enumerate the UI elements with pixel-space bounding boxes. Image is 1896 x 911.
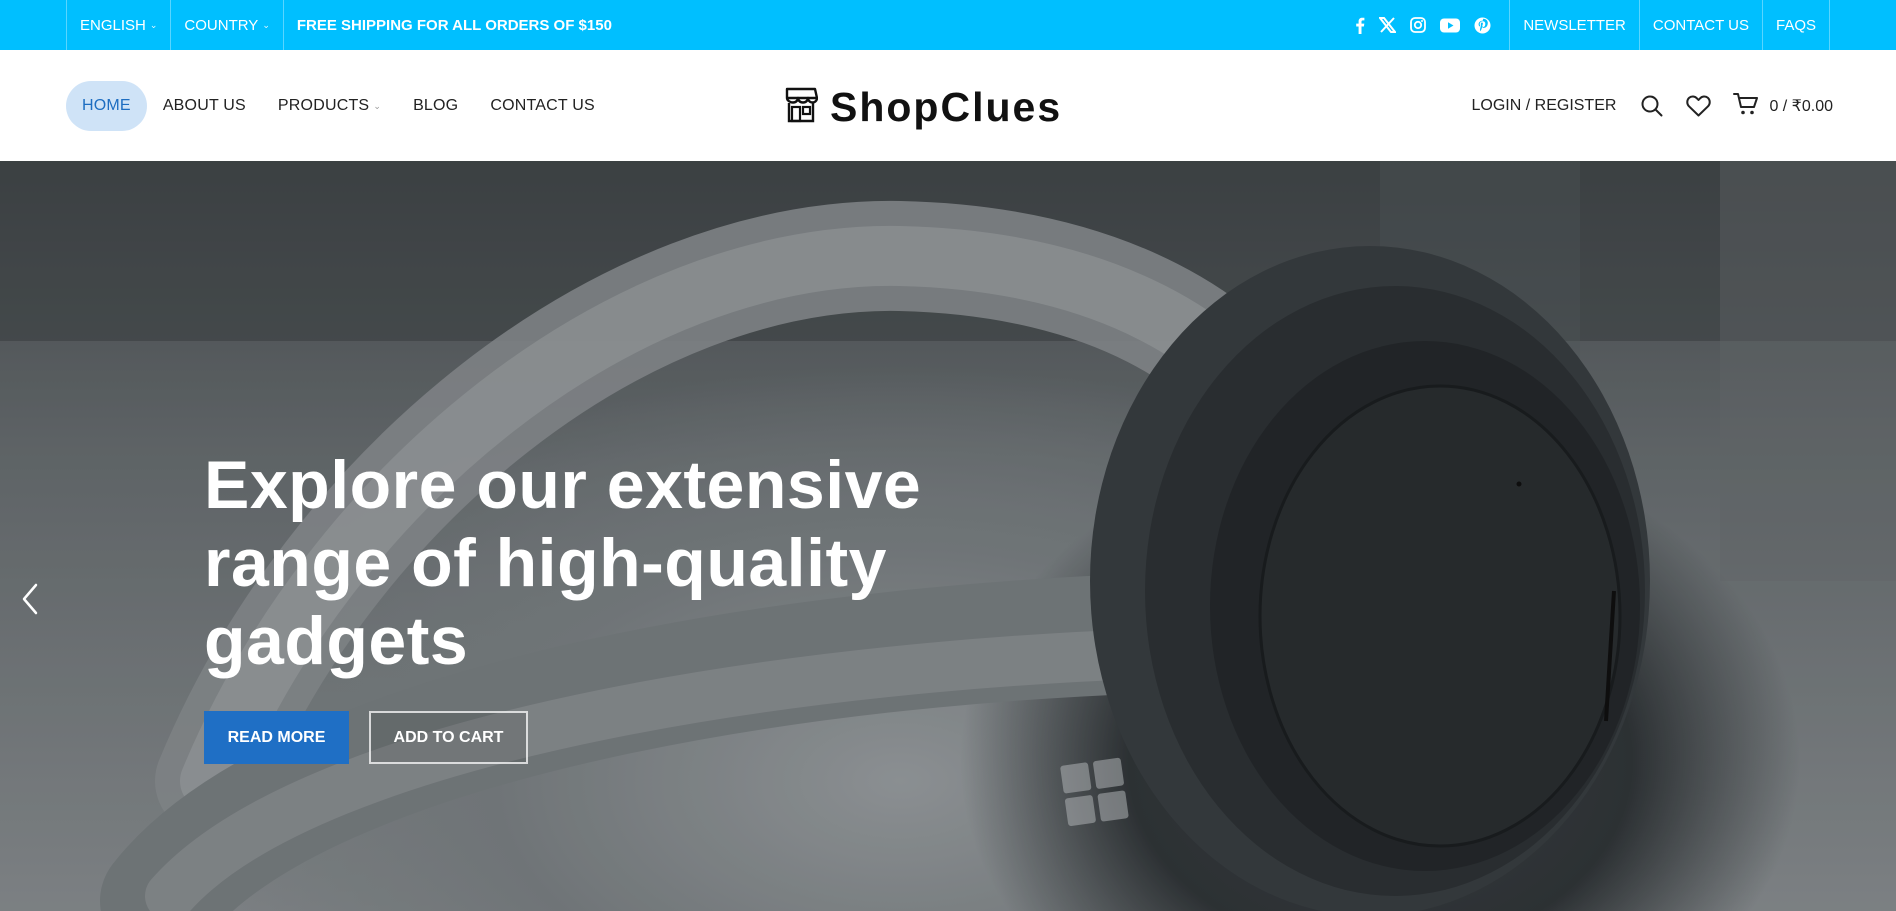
- social-links: [1337, 0, 1509, 50]
- cart-button[interactable]: 0 / ₹0.00: [1733, 92, 1833, 121]
- slider-prev-arrow[interactable]: [18, 581, 42, 622]
- search-icon[interactable]: [1640, 94, 1664, 118]
- heart-icon[interactable]: [1686, 95, 1712, 117]
- hero-title-line: Explore our extensive: [204, 447, 922, 523]
- nav-item-products[interactable]: PRODUCTS ⌄: [262, 81, 397, 131]
- site-logo[interactable]: ShopClues: [784, 84, 1062, 131]
- language-selector[interactable]: ENGLISH ⌄: [66, 0, 170, 50]
- logo-text: ShopClues: [830, 84, 1063, 130]
- facebook-icon[interactable]: [1355, 17, 1365, 34]
- cart-icon: [1733, 92, 1759, 121]
- main-header: HOME ABOUT US PRODUCTS ⌄ BLOG CONTACT US…: [0, 50, 1896, 162]
- promo-text: FREE SHIPPING FOR ALL ORDERS OF $150: [282, 0, 625, 50]
- chevron-down-icon: ⌄: [149, 19, 158, 30]
- x-twitter-icon[interactable]: [1379, 17, 1397, 33]
- contact-us-link[interactable]: CONTACT US: [1638, 0, 1762, 50]
- youtube-icon[interactable]: [1440, 18, 1461, 33]
- top-bar: ENGLISH ⌄ COUNTRY ⌄ FREE SHIPPING FOR AL…: [0, 0, 1896, 50]
- hero-slider: Explore our extensive range of high-qual…: [0, 161, 1896, 911]
- header-actions: LOGIN / REGISTER 0 / ₹0.00: [1472, 81, 1833, 131]
- nav-item-home[interactable]: HOME: [66, 81, 147, 131]
- nav-item-contact-us[interactable]: CONTACT US: [474, 81, 611, 131]
- nav-item-about-us[interactable]: ABOUT US: [147, 81, 262, 131]
- newsletter-link[interactable]: NEWSLETTER: [1509, 0, 1639, 50]
- cart-amount: 0 / ₹0.00: [1769, 98, 1833, 115]
- instagram-icon[interactable]: [1410, 17, 1427, 33]
- nav-item-products-label: PRODUCTS: [277, 97, 370, 114]
- country-selector[interactable]: COUNTRY ⌄: [170, 0, 282, 50]
- nav-item-blog[interactable]: BLOG: [397, 81, 474, 131]
- hero-title: Explore our extensive range of high-qual…: [204, 446, 964, 680]
- main-nav: HOME ABOUT US PRODUCTS ⌄ BLOG CONTACT US: [66, 81, 611, 131]
- language-label: ENGLISH: [80, 16, 146, 34]
- login-register-link[interactable]: LOGIN / REGISTER: [1472, 97, 1617, 115]
- hero-title-line: gadgets: [204, 603, 469, 679]
- chevron-down-icon: ⌄: [373, 100, 382, 111]
- read-more-button[interactable]: READ MORE: [204, 711, 349, 764]
- add-to-cart-button[interactable]: ADD TO CART: [369, 711, 528, 764]
- pinterest-icon[interactable]: [1474, 17, 1491, 34]
- storefront-icon: [784, 87, 819, 128]
- country-label: COUNTRY: [184, 16, 259, 34]
- chevron-down-icon: ⌄: [262, 19, 270, 30]
- hero-title-line: range of high-quality: [204, 525, 887, 601]
- faqs-link[interactable]: FAQS: [1761, 0, 1830, 50]
